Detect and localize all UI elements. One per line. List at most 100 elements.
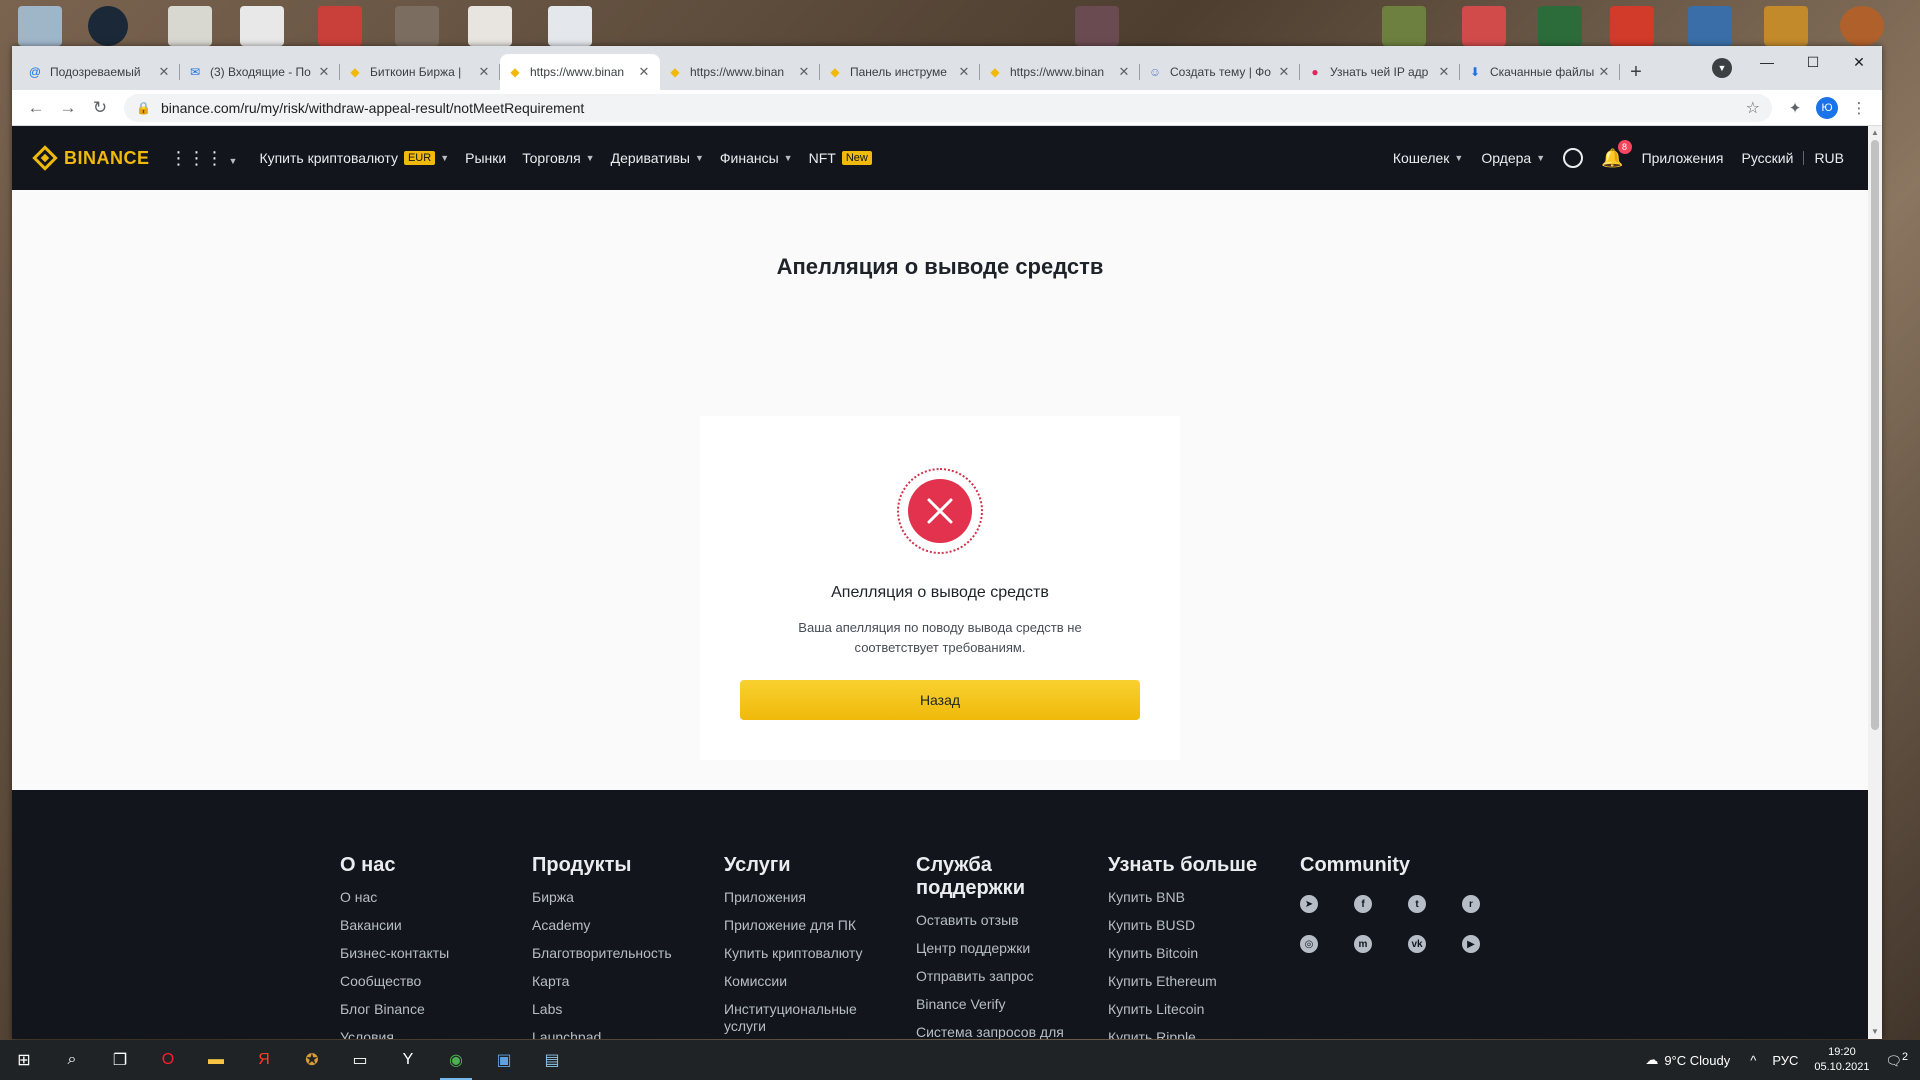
close-icon[interactable]: ✕	[1116, 64, 1132, 80]
desktop-icon-game4[interactable]	[1538, 6, 1582, 46]
nav-currency[interactable]: RUB	[1814, 150, 1844, 166]
footer-link[interactable]: О нас	[340, 889, 532, 906]
footer-link[interactable]: Условия	[340, 1029, 532, 1039]
tab-0[interactable]: @ Подозреваемый ✕	[20, 54, 180, 90]
footer-link[interactable]: Купить Ethereum	[1108, 973, 1300, 990]
file-explorer-icon[interactable]: ▬	[192, 1040, 240, 1080]
desktop-icon-game6[interactable]	[1688, 6, 1732, 46]
desktop-icon-game8[interactable]	[1840, 6, 1884, 46]
page-scrollbar[interactable]: ▲ ▼	[1868, 126, 1882, 1039]
footer-link[interactable]: Купить BNB	[1108, 889, 1300, 906]
footer-link[interactable]: Комиссии	[724, 973, 916, 990]
terminal-icon[interactable]: ▭	[336, 1040, 384, 1080]
tab-2[interactable]: ◆ Биткоин Биржа | ✕	[340, 54, 500, 90]
footer-link[interactable]: Сообщество	[340, 973, 532, 990]
forward-arrow-icon[interactable]: →	[52, 94, 84, 122]
nav-markets[interactable]: Рынки	[465, 150, 506, 166]
address-bar[interactable]: 🔒 binance.com/ru/my/risk/withdraw-appeal…	[124, 93, 1772, 122]
opera-icon[interactable]: O	[144, 1040, 192, 1080]
windows-start-icon[interactable]: ⊞	[0, 1040, 48, 1080]
nav-finance[interactable]: Финансы ▼	[720, 150, 793, 166]
footer-link[interactable]: Купить Bitcoin	[1108, 945, 1300, 962]
coinmarketcap-icon[interactable]: m	[1354, 935, 1372, 953]
search-icon[interactable]: ⌕	[48, 1040, 96, 1080]
cs-game-icon[interactable]: ✪	[288, 1040, 336, 1080]
maximize-icon[interactable]: ☐	[1790, 46, 1836, 78]
close-icon[interactable]: ✕	[316, 64, 332, 80]
footer-link[interactable]: Вакансии	[340, 917, 532, 934]
facebook-icon[interactable]: f	[1354, 895, 1372, 913]
binance-logo[interactable]: BINANCE	[32, 145, 150, 171]
tab-search-icon[interactable]: ▼	[1712, 58, 1732, 78]
tab-1[interactable]: ✉ (3) Входящие - По ✕	[180, 54, 340, 90]
new-tab-button[interactable]: +	[1620, 54, 1652, 90]
footer-link[interactable]: Институциональные услуги	[724, 1001, 874, 1035]
footer-link[interactable]: Система запросов для	[916, 1024, 1108, 1039]
desktop-icon-game7[interactable]	[1764, 6, 1808, 46]
desktop-icon-photo[interactable]	[395, 6, 439, 46]
app-icon[interactable]: ▣	[480, 1040, 528, 1080]
nav-apps[interactable]: Приложения	[1642, 150, 1724, 166]
yandex-icon[interactable]: Я	[240, 1040, 288, 1080]
close-icon[interactable]: ✕	[796, 64, 812, 80]
footer-link[interactable]: Купить Litecoin	[1108, 1001, 1300, 1018]
scroll-down-icon[interactable]: ▼	[1868, 1025, 1882, 1039]
close-icon[interactable]: ✕	[156, 64, 172, 80]
task-view-icon[interactable]: ❐	[96, 1040, 144, 1080]
minimize-icon[interactable]: —	[1744, 46, 1790, 78]
nav-trade[interactable]: Торговля ▼	[522, 150, 594, 166]
star-icon[interactable]: ☆	[1746, 98, 1760, 118]
clock[interactable]: 19:20 05.10.2021	[1814, 1045, 1869, 1075]
close-icon[interactable]: ✕	[476, 64, 492, 80]
desktop-icon-app[interactable]	[240, 6, 284, 46]
desktop-icon-file2[interactable]	[548, 6, 592, 46]
user-icon-wrap[interactable]	[1563, 148, 1584, 168]
footer-link[interactable]: Центр поддержки	[916, 940, 1108, 957]
scrollbar-thumb[interactable]	[1871, 140, 1879, 730]
apps-grid-icon[interactable]: ⋮⋮⋮ ▼	[170, 148, 238, 169]
footer-link[interactable]: Приложения	[724, 889, 916, 906]
tab-4[interactable]: ◆ https://www.binan ✕	[660, 54, 820, 90]
reload-icon[interactable]: ↻	[84, 94, 116, 122]
input-language[interactable]: РУС	[1772, 1053, 1798, 1068]
close-icon[interactable]: ✕	[1596, 64, 1612, 80]
nav-buy-crypto[interactable]: Купить криптовалюту EUR ▼	[259, 150, 449, 166]
footer-link[interactable]: Биржа	[532, 889, 724, 906]
reddit-icon[interactable]: r	[1462, 895, 1480, 913]
desktop-icon-recycle-bin[interactable]	[18, 6, 62, 46]
footer-link[interactable]: Купить криптовалюту	[724, 945, 916, 962]
lock-icon[interactable]: 🔒	[136, 101, 151, 115]
back-arrow-icon[interactable]: ←	[20, 94, 52, 122]
tab-7[interactable]: ☺ Создать тему | Фо ✕	[1140, 54, 1300, 90]
chrome-icon[interactable]: ◉	[432, 1040, 480, 1080]
footer-link[interactable]: Благотворительность	[532, 945, 724, 962]
telegram-icon[interactable]: ➤	[1300, 895, 1318, 913]
youtube-icon[interactable]: ▶	[1462, 935, 1480, 953]
footer-link[interactable]: Купить Ripple	[1108, 1029, 1300, 1039]
nav-orders[interactable]: Ордера ▼	[1481, 150, 1545, 166]
profile-avatar[interactable]: Ю	[1816, 96, 1838, 119]
vk-icon[interactable]: vk	[1408, 935, 1426, 953]
scroll-up-icon[interactable]: ▲	[1868, 126, 1882, 140]
nav-nft[interactable]: NFT New	[809, 150, 872, 166]
footer-link[interactable]: Labs	[532, 1001, 724, 1018]
bell-icon[interactable]: 🔔 8	[1601, 139, 1632, 169]
footer-link[interactable]: Binance Verify	[916, 996, 1108, 1013]
tab-3[interactable]: ◆ https://www.binan ✕	[500, 54, 660, 90]
desktop-icon-game3[interactable]	[1462, 6, 1506, 46]
desktop-icon-game5[interactable]	[1610, 6, 1654, 46]
tab-5[interactable]: ◆ Панель инструме ✕	[820, 54, 980, 90]
yandex-browser-icon[interactable]: Y	[384, 1040, 432, 1080]
notepad-icon[interactable]: ▤	[528, 1040, 576, 1080]
back-button[interactable]: Назад	[740, 680, 1140, 720]
nav-language[interactable]: Русский	[1741, 150, 1793, 166]
notification-center-icon[interactable]: 🗨2	[1885, 1051, 1908, 1069]
footer-link[interactable]: Купить BUSD	[1108, 917, 1300, 934]
close-icon[interactable]: ✕	[1276, 64, 1292, 80]
chevron-up-icon[interactable]: ^	[1750, 1053, 1756, 1068]
twitter-icon[interactable]: t	[1408, 895, 1426, 913]
close-icon[interactable]: ✕	[1436, 64, 1452, 80]
extensions-icon[interactable]: ✦	[1780, 94, 1810, 122]
tab-9[interactable]: ⬇ Скачанные файлы ✕	[1460, 54, 1620, 90]
desktop-icon-game2[interactable]	[1382, 6, 1426, 46]
